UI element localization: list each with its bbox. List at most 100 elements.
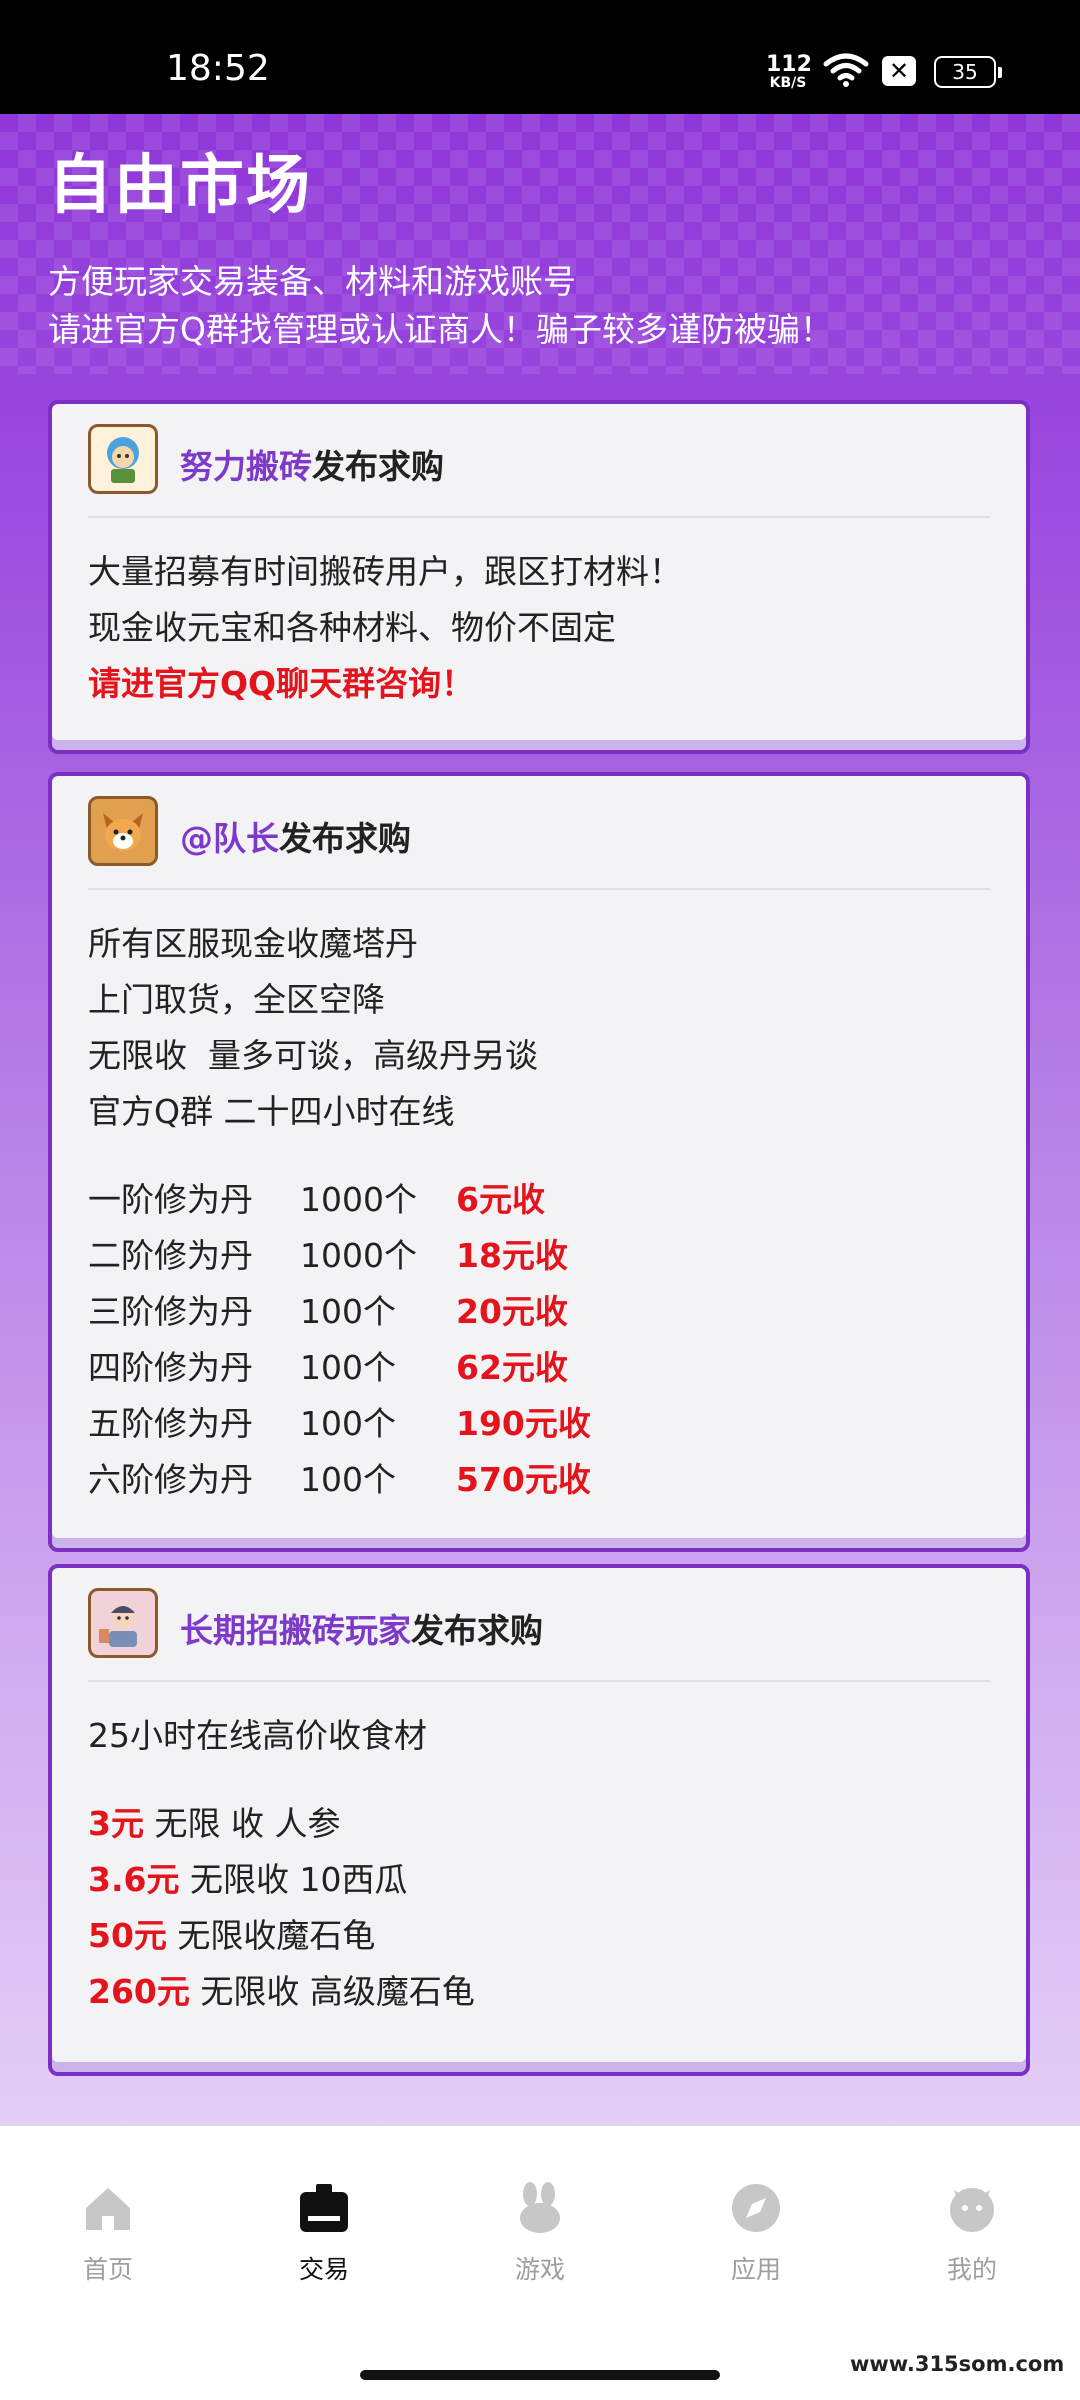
price-qty: 100个 bbox=[300, 1404, 396, 1443]
tab-home[interactable]: 首页 bbox=[38, 2180, 178, 2286]
market-content: 自由市场 方便玩家交易装备、材料和游戏账号 请进官方Q群找管理或认证商人！骗子较… bbox=[0, 114, 1080, 2126]
avatar[interactable] bbox=[88, 424, 158, 494]
tab-label: 首页 bbox=[82, 2255, 133, 2284]
page-subtitle: 方便玩家交易装备、材料和游戏账号 请进官方Q群找管理或认证商人！骗子较多谨防被骗… bbox=[48, 258, 833, 354]
divider bbox=[88, 516, 990, 518]
avatar[interactable] bbox=[88, 796, 158, 866]
avatar[interactable] bbox=[88, 1588, 158, 1658]
offer-price: 260元 bbox=[88, 1972, 190, 2011]
price-item: 四阶修为丹 bbox=[88, 1348, 253, 1387]
offer-text: 无限收 10西瓜 bbox=[179, 1860, 408, 1899]
offer-price: 50元 bbox=[88, 1916, 167, 1955]
price-item: 二阶修为丹 bbox=[88, 1236, 253, 1275]
battery-icon: 35 bbox=[934, 56, 1002, 88]
offer-row: 3.6元 无限收 10西瓜 bbox=[88, 1852, 990, 1908]
status-bar: 18:52 112 KB/S ✕ 35 bbox=[0, 0, 1080, 114]
price-qty: 100个 bbox=[300, 1292, 396, 1331]
post-card[interactable]: @队长发布求购 所有区服现金收魔塔丹 上门取货，全区空降 无限收 量多可谈，高级… bbox=[48, 772, 1030, 1552]
tab-game[interactable]: 游戏 bbox=[470, 2180, 610, 2286]
game-icon bbox=[520, 2182, 560, 2233]
avatar-person-icon bbox=[99, 1605, 137, 1647]
post-line: 大量招募有时间搬砖用户，跟区打材料！ bbox=[88, 552, 682, 591]
subtitle-line: 请进官方Q群找管理或认证商人！骗子较多谨防被骗！ bbox=[48, 310, 833, 349]
post-title: @队长发布求购 bbox=[180, 812, 411, 860]
tab-apps[interactable]: 应用 bbox=[686, 2180, 826, 2286]
wifi-icon bbox=[823, 53, 869, 87]
avatar-dog-icon bbox=[103, 813, 143, 851]
post-action: 发布求购 bbox=[312, 447, 444, 486]
post-header: 努力搬砖发布求购 bbox=[88, 424, 990, 498]
price-row: 一阶修为丹 1000个 6元收 bbox=[88, 1172, 990, 1228]
tab-label: 应用 bbox=[730, 2255, 781, 2284]
post-title: 努力搬砖发布求购 bbox=[180, 440, 444, 488]
price-row: 六阶修为丹 100个 570元收 bbox=[88, 1452, 990, 1508]
post-line: 所有区服现金收魔塔丹 bbox=[88, 924, 418, 963]
post-body: 所有区服现金收魔塔丹 上门取货，全区空降 无限收 量多可谈，高级丹另谈 官方Q群… bbox=[88, 916, 990, 1508]
post-card[interactable]: 长期招搬砖玩家发布求购 25小时在线高价收食材 3元 无限 收 人参 3.6元 … bbox=[48, 1564, 1030, 2076]
price-row: 五阶修为丹 100个 190元收 bbox=[88, 1396, 990, 1452]
tab-label: 我的 bbox=[946, 2255, 997, 2284]
offer-text: 无限 收 人参 bbox=[143, 1804, 341, 1843]
price-item: 一阶修为丹 bbox=[88, 1180, 253, 1219]
price-item: 六阶修为丹 bbox=[88, 1460, 253, 1499]
post-title: 长期招搬砖玩家发布求购 bbox=[180, 1604, 543, 1652]
offer-price: 3.6元 bbox=[88, 1860, 180, 1899]
post-line: 25小时在线高价收食材 bbox=[88, 1716, 427, 1755]
price-value: 62元收 bbox=[456, 1348, 568, 1387]
network-speed-value: 112 bbox=[766, 52, 812, 77]
price-value: 190元收 bbox=[456, 1404, 591, 1443]
post-action: 发布求购 bbox=[411, 1611, 543, 1650]
post-line: 无限收 量多可谈，高级丹另谈 bbox=[88, 1036, 538, 1075]
price-row: 二阶修为丹 1000个 18元收 bbox=[88, 1228, 990, 1284]
offer-price: 3元 bbox=[88, 1804, 144, 1843]
tab-trade[interactable]: 交易 bbox=[254, 2180, 394, 2286]
watermark: www.315som.com bbox=[850, 2352, 1065, 2376]
tab-label: 游戏 bbox=[514, 2255, 565, 2284]
price-row: 四阶修为丹 100个 62元收 bbox=[88, 1340, 990, 1396]
post-header: @队长发布求购 bbox=[88, 796, 990, 870]
post-action: 发布求购 bbox=[279, 819, 411, 858]
post-highlight: 请进官方QQ聊天群咨询！ bbox=[88, 664, 475, 703]
status-time: 18:52 bbox=[166, 48, 270, 89]
price-qty: 100个 bbox=[300, 1460, 396, 1499]
post-body: 大量招募有时间搬砖用户，跟区打材料！ 现金收元宝和各种材料、物价不固定 请进官方… bbox=[88, 544, 990, 712]
post-card[interactable]: 努力搬砖发布求购 大量招募有时间搬砖用户，跟区打材料！ 现金收元宝和各种材料、物… bbox=[48, 400, 1030, 754]
price-qty: 1000个 bbox=[300, 1236, 417, 1275]
post-line: 上门取货，全区空降 bbox=[88, 980, 385, 1019]
price-value: 20元收 bbox=[456, 1292, 568, 1331]
avatar-character-icon bbox=[107, 437, 139, 483]
post-author[interactable]: @队长 bbox=[180, 819, 279, 858]
network-speed: 112 KB/S bbox=[766, 52, 812, 92]
post-line: 官方Q群 二十四小时在线 bbox=[88, 1092, 455, 1131]
offer-text: 无限收魔石龟 bbox=[166, 1916, 376, 1955]
divider bbox=[88, 1680, 990, 1682]
home-icon bbox=[86, 2188, 130, 2230]
profile-icon bbox=[950, 2188, 994, 2232]
compass-icon bbox=[732, 2184, 780, 2232]
offer-text: 无限收 高级魔石龟 bbox=[189, 1972, 475, 2011]
post-author[interactable]: 长期招搬砖玩家 bbox=[180, 1611, 411, 1650]
price-qty: 100个 bbox=[300, 1348, 396, 1387]
price-value: 570元收 bbox=[456, 1460, 591, 1499]
post-body: 25小时在线高价收食材 3元 无限 收 人参 3.6元 无限收 10西瓜 50元… bbox=[88, 1708, 990, 2020]
price-item: 三阶修为丹 bbox=[88, 1292, 253, 1331]
subtitle-line: 方便玩家交易装备、材料和游戏账号 bbox=[48, 262, 576, 301]
page-title: 自由市场 bbox=[48, 149, 312, 223]
home-indicator[interactable] bbox=[360, 2370, 720, 2380]
tab-label: 交易 bbox=[298, 2255, 349, 2284]
post-header: 长期招搬砖玩家发布求购 bbox=[88, 1588, 990, 1662]
tab-profile[interactable]: 我的 bbox=[902, 2180, 1042, 2286]
network-speed-unit: KB/S bbox=[769, 75, 807, 91]
post-author[interactable]: 努力搬砖 bbox=[180, 447, 312, 486]
price-value: 6元收 bbox=[456, 1180, 545, 1219]
offer-row: 260元 无限收 高级魔石龟 bbox=[88, 1964, 990, 2020]
post-line: 现金收元宝和各种材料、物价不固定 bbox=[88, 608, 616, 647]
price-row: 三阶修为丹 100个 20元收 bbox=[88, 1284, 990, 1340]
price-item: 五阶修为丹 bbox=[88, 1404, 253, 1443]
divider bbox=[88, 888, 990, 890]
offer-row: 3元 无限 收 人参 bbox=[88, 1796, 990, 1852]
trade-icon bbox=[300, 2184, 348, 2232]
price-value: 18元收 bbox=[456, 1236, 568, 1275]
no-sim-icon: ✕ bbox=[882, 56, 916, 86]
offer-row: 50元 无限收魔石龟 bbox=[88, 1908, 990, 1964]
